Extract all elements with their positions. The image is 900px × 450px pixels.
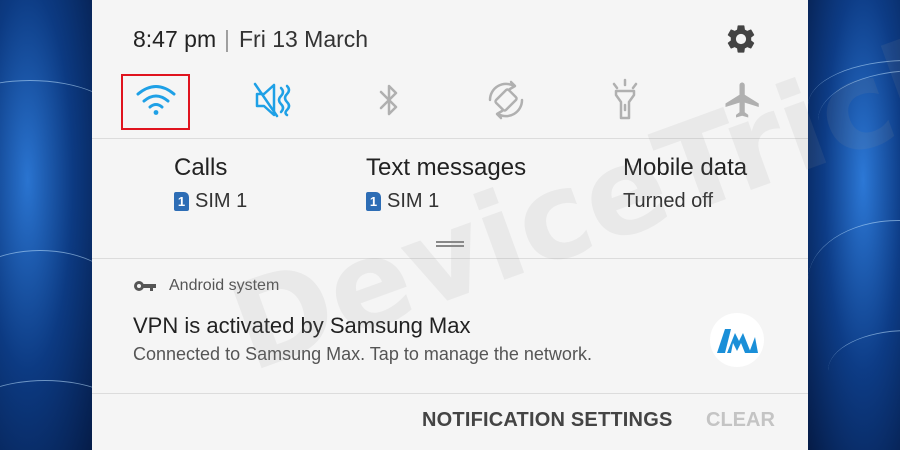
notification-app-name: Android system <box>169 277 280 294</box>
sound-toggle[interactable] <box>237 72 309 132</box>
sim-mobile-data[interactable]: Mobile data Turned off <box>623 154 747 213</box>
settings-gear-icon[interactable] <box>724 22 758 56</box>
sim-card-icon: 1 <box>366 192 381 211</box>
notification-settings-button[interactable]: NOTIFICATION SETTINGS <box>422 409 673 432</box>
status-separator: | <box>224 26 230 52</box>
flashlight-icon <box>608 78 642 127</box>
sim-text-value: 1 SIM 1 <box>366 190 526 213</box>
divider-top <box>92 138 808 139</box>
airplane-icon <box>722 79 764 126</box>
notification-title: VPN is activated by Samsung Max <box>133 313 471 338</box>
sim-calls-label: SIM 1 <box>195 190 248 212</box>
samsung-max-logo-icon <box>710 313 764 367</box>
sim-card-icon: 1 <box>174 192 189 211</box>
panel-footer: NOTIFICATION SETTINGS CLEAR <box>92 393 808 450</box>
clock: 8:47 pm <box>133 26 217 52</box>
expand-handle[interactable] <box>436 241 464 247</box>
date: Fri 13 March <box>239 26 369 52</box>
bluetooth-icon <box>374 80 404 125</box>
auto-rotate-icon <box>484 78 528 127</box>
sim-data-value: Turned off <box>623 190 714 212</box>
vpn-notification[interactable]: Android system VPN is activated by Samsu… <box>92 259 808 393</box>
notification-app-header: Android system <box>133 277 279 295</box>
key-icon <box>133 279 157 293</box>
quick-toggles <box>92 72 808 138</box>
wifi-icon <box>134 83 178 122</box>
sim-data-title: Mobile data <box>623 154 748 181</box>
sim-calls[interactable]: Calls 1 SIM 1 <box>174 154 247 213</box>
notification-body: Connected to Samsung Max. Tap to manage … <box>133 344 592 364</box>
auto-rotate-toggle[interactable] <box>470 72 542 132</box>
sim-text-label: SIM 1 <box>387 190 440 212</box>
airplane-toggle[interactable] <box>707 72 779 132</box>
sim-calls-value: 1 SIM 1 <box>174 190 247 213</box>
notification-panel: 8:47 pm | Fri 13 March Calls 1 SIM 1 Tex… <box>92 0 900 450</box>
sim-text-title: Text messages <box>366 154 527 181</box>
wallpaper-right <box>808 0 900 450</box>
sim-calls-title: Calls <box>174 154 228 181</box>
clear-button[interactable]: CLEAR <box>706 409 775 432</box>
bluetooth-toggle[interactable] <box>353 72 425 132</box>
mute-icon <box>251 80 295 125</box>
wallpaper-left <box>0 0 92 450</box>
flashlight-toggle[interactable] <box>589 72 661 132</box>
sim-text-messages[interactable]: Text messages 1 SIM 1 <box>366 154 526 213</box>
wifi-toggle[interactable] <box>120 72 192 132</box>
status-row: 8:47 pm | Fri 13 March <box>92 0 808 72</box>
